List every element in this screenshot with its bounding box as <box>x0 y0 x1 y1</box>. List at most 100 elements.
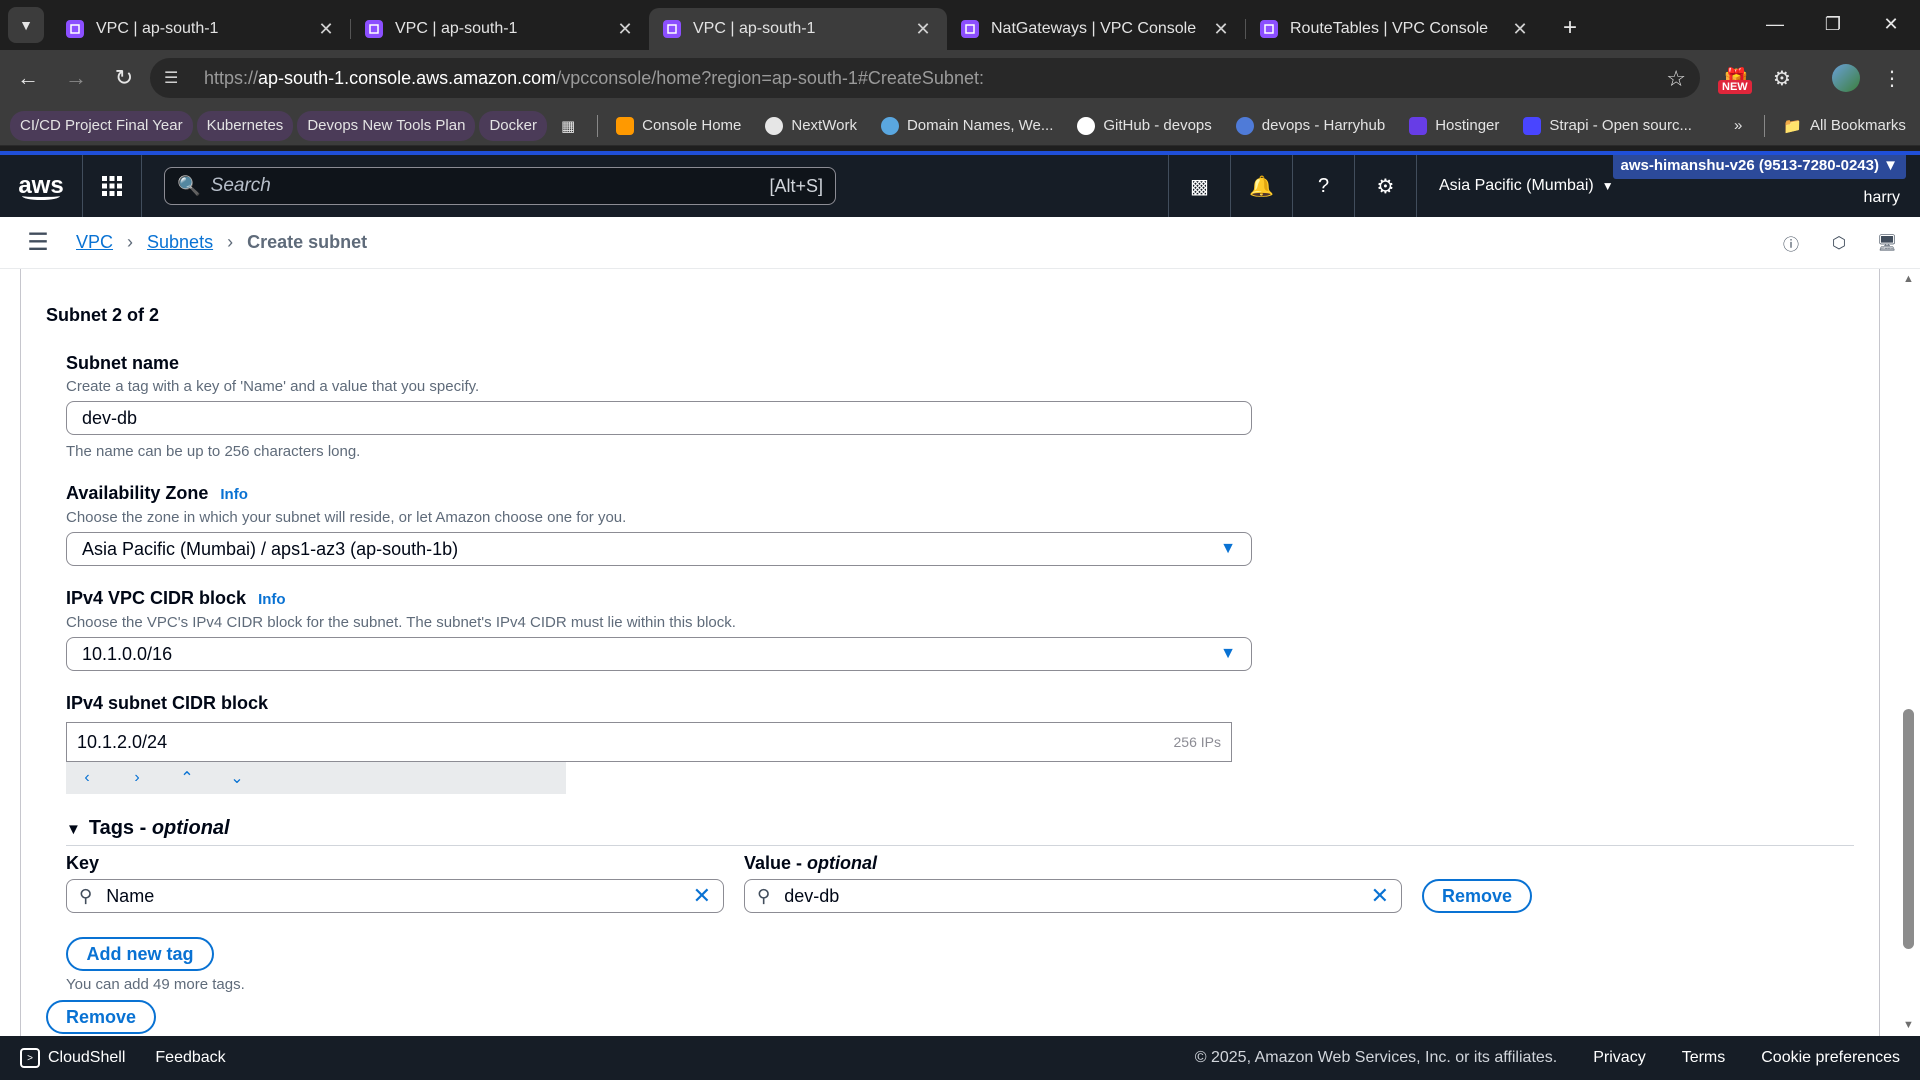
new-tab-plus-icon[interactable]: + <box>1552 10 1588 46</box>
bookmark-domain-names[interactable]: Domain Names, We... <box>871 111 1063 141</box>
breadcrumb-vpc[interactable]: VPC <box>76 232 113 253</box>
scrollbar-thumb[interactable] <box>1903 709 1914 949</box>
region-selector[interactable]: Asia Pacific (Mumbai) ▼ <box>1416 155 1636 217</box>
bookmark-kubernetes[interactable]: Kubernetes <box>196 110 294 141</box>
tag-key-label: Key <box>66 853 100 873</box>
close-tab-icon[interactable]: ✕ <box>316 19 336 40</box>
tab-title: VPC | ap-south-1 <box>395 20 518 37</box>
browser-tab-bar: ▼ VPC | ap-south-1 ✕ VPC | ap-south-1 ✕ … <box>0 0 1920 50</box>
tag-key-input[interactable]: ⚲ Name ✕ <box>66 879 724 913</box>
bookmark-nextwork[interactable]: NextWork <box>755 111 867 141</box>
browser-tab-2[interactable]: VPC | ap-south-1 ✕ <box>351 8 649 50</box>
browser-tab-5[interactable]: RouteTables | VPC Console ✕ <box>1246 8 1544 50</box>
remove-tag-button[interactable]: Remove <box>1422 879 1532 913</box>
privacy-link[interactable]: Privacy <box>1593 1049 1645 1067</box>
apps-grid-icon[interactable]: ▦ <box>551 111 585 141</box>
bookmark-docker[interactable]: Docker <box>479 110 547 141</box>
reload-icon[interactable]: ↻ <box>104 58 144 98</box>
info-circle-icon[interactable]: ⓘ <box>1778 230 1804 256</box>
help-question-icon[interactable]: ? <box>1292 155 1354 217</box>
aws-search-input[interactable]: 🔍 Search [Alt+S] <box>164 167 836 205</box>
url-omnibox[interactable]: ☰ https://ap-south-1.console.aws.amazon.… <box>150 58 1700 98</box>
az-info-link[interactable]: Info <box>220 486 248 503</box>
browser-tab-4[interactable]: NatGateways | VPC Console ✕ <box>947 8 1245 50</box>
breadcrumb-subnets[interactable]: Subnets <box>147 232 213 253</box>
add-new-tag-button[interactable]: Add new tag <box>66 937 214 971</box>
bookmark-cicd[interactable]: CI/CD Project Final Year <box>10 110 193 141</box>
all-bookmarks[interactable]: 📁 All Bookmarks <box>1773 111 1916 141</box>
account-user[interactable]: harry <box>1864 189 1900 207</box>
monitor-feedback-icon[interactable]: 🖥 <box>1874 230 1900 256</box>
harryhub-icon <box>1235 116 1254 135</box>
terms-link[interactable]: Terms <box>1682 1049 1726 1067</box>
profile-avatar[interactable] <box>1826 58 1866 98</box>
bookmark-star-icon[interactable]: ☆ <box>1666 66 1686 92</box>
browser-menu-icon[interactable]: ⋮ <box>1872 58 1912 98</box>
search-shortcut: [Alt+S] <box>769 175 823 196</box>
account-menu[interactable]: aws-himanshu-v26 (9513-7280-0243) ▼ <box>1612 155 1906 179</box>
bookmark-harryhub[interactable]: devops - Harryhub <box>1226 111 1395 141</box>
notifications-bell-icon[interactable]: 🔔 <box>1230 155 1292 217</box>
chevron-up-icon[interactable]: ⌃ <box>176 768 198 788</box>
browser-tab-1[interactable]: VPC | ap-south-1 ✕ <box>52 8 350 50</box>
subnet-name-hint: The name can be up to 256 characters lon… <box>66 443 361 460</box>
vpc-favicon-icon <box>663 20 681 38</box>
chevron-left-icon[interactable]: ‹ <box>76 769 98 787</box>
browser-tab-3-active[interactable]: VPC | ap-south-1 ✕ <box>649 8 947 50</box>
caret-down-icon: ▼ <box>1220 540 1236 557</box>
scroll-down-icon[interactable]: ▼ <box>1903 1019 1914 1031</box>
remove-subnet-button[interactable]: Remove <box>46 1000 156 1034</box>
nextwork-icon <box>765 116 784 135</box>
minimize-icon[interactable]: — <box>1746 0 1804 48</box>
caret-down-icon: ▼ <box>1883 157 1898 174</box>
scroll-up-icon[interactable]: ▲ <box>1903 273 1914 285</box>
bookmark-hostinger[interactable]: Hostinger <box>1399 111 1509 141</box>
more-bookmarks-chevron-icon[interactable]: » <box>1724 111 1752 141</box>
console-footer: > CloudShell Feedback © 2025, Amazon Web … <box>0 1036 1920 1080</box>
page-scrollbar[interactable]: ▲ ▼ <box>1898 269 1920 1036</box>
close-tab-icon[interactable]: ✕ <box>615 19 635 40</box>
clear-x-icon[interactable]: ✕ <box>693 883 711 909</box>
settings-gear-icon[interactable]: ⚙ <box>1354 155 1416 217</box>
bookmark-strapi[interactable]: Strapi - Open sourc... <box>1513 111 1702 141</box>
subnet-cidr-input[interactable]: 10.1.2.0/24 256 IPs <box>66 722 1232 762</box>
chevron-right-icon[interactable]: › <box>126 769 148 787</box>
vpc-cidr-info-link[interactable]: Info <box>258 591 286 608</box>
services-grid-icon[interactable] <box>82 155 142 217</box>
site-settings-icon[interactable]: ☰ <box>164 68 186 88</box>
cloudshell-terminal-icon[interactable]: ▩ <box>1168 155 1230 217</box>
cloudshell-button[interactable]: > CloudShell <box>20 1048 125 1068</box>
cookie-preferences-link[interactable]: Cookie preferences <box>1761 1049 1900 1067</box>
tab-search-chevron-icon[interactable]: ▼ <box>8 7 44 43</box>
feedback-link[interactable]: Feedback <box>155 1049 225 1067</box>
forward-arrow-icon[interactable]: → <box>56 58 96 98</box>
subnet-name-input[interactable]: dev-db <box>66 401 1252 435</box>
side-nav-hamburger-icon[interactable]: ☰ <box>0 228 76 257</box>
az-desc: Choose the zone in which your subnet wil… <box>66 509 627 526</box>
extensions-puzzle-icon[interactable]: ⚙ <box>1762 58 1802 98</box>
close-tab-icon[interactable]: ✕ <box>913 19 933 40</box>
url-text[interactable]: https://ap-south-1.console.aws.amazon.co… <box>204 68 984 89</box>
bookmark-console-home[interactable]: Console Home <box>606 111 751 141</box>
security-hex-icon[interactable]: ⬡ <box>1826 230 1852 256</box>
aws-logo[interactable]: aws <box>0 155 82 217</box>
bookmark-github[interactable]: GitHub - devops <box>1067 111 1221 141</box>
copyright: © 2025, Amazon Web Services, Inc. or its… <box>1194 1049 1558 1066</box>
tag-value-input[interactable]: ⚲ dev-db ✕ <box>744 879 1402 913</box>
az-select[interactable]: Asia Pacific (Mumbai) / aps1-az3 (ap-sou… <box>66 532 1252 566</box>
breadcrumb-current: Create subnet <box>247 232 368 252</box>
vpc-cidr-select[interactable]: 10.1.0.0/16 ▼ <box>66 637 1252 671</box>
search-placeholder: Search <box>210 175 271 196</box>
subnet-name-value: dev-db <box>82 407 138 428</box>
bookmark-devops-tools[interactable]: Devops New Tools Plan <box>297 110 476 141</box>
close-tab-icon[interactable]: ✕ <box>1211 19 1231 40</box>
tags-divider <box>66 845 1854 846</box>
close-window-icon[interactable]: ✕ <box>1862 0 1920 48</box>
chevron-down-icon[interactable]: ⌄ <box>226 768 248 788</box>
clear-x-icon[interactable]: ✕ <box>1371 883 1389 909</box>
restore-icon[interactable]: ❐ <box>1804 0 1862 48</box>
tags-expander[interactable]: ▼ Tags - optional <box>66 817 230 840</box>
subnet-name-desc: Create a tag with a key of 'Name' and a … <box>66 378 480 395</box>
back-arrow-icon[interactable]: ← <box>8 58 48 98</box>
close-tab-icon[interactable]: ✕ <box>1510 19 1530 40</box>
